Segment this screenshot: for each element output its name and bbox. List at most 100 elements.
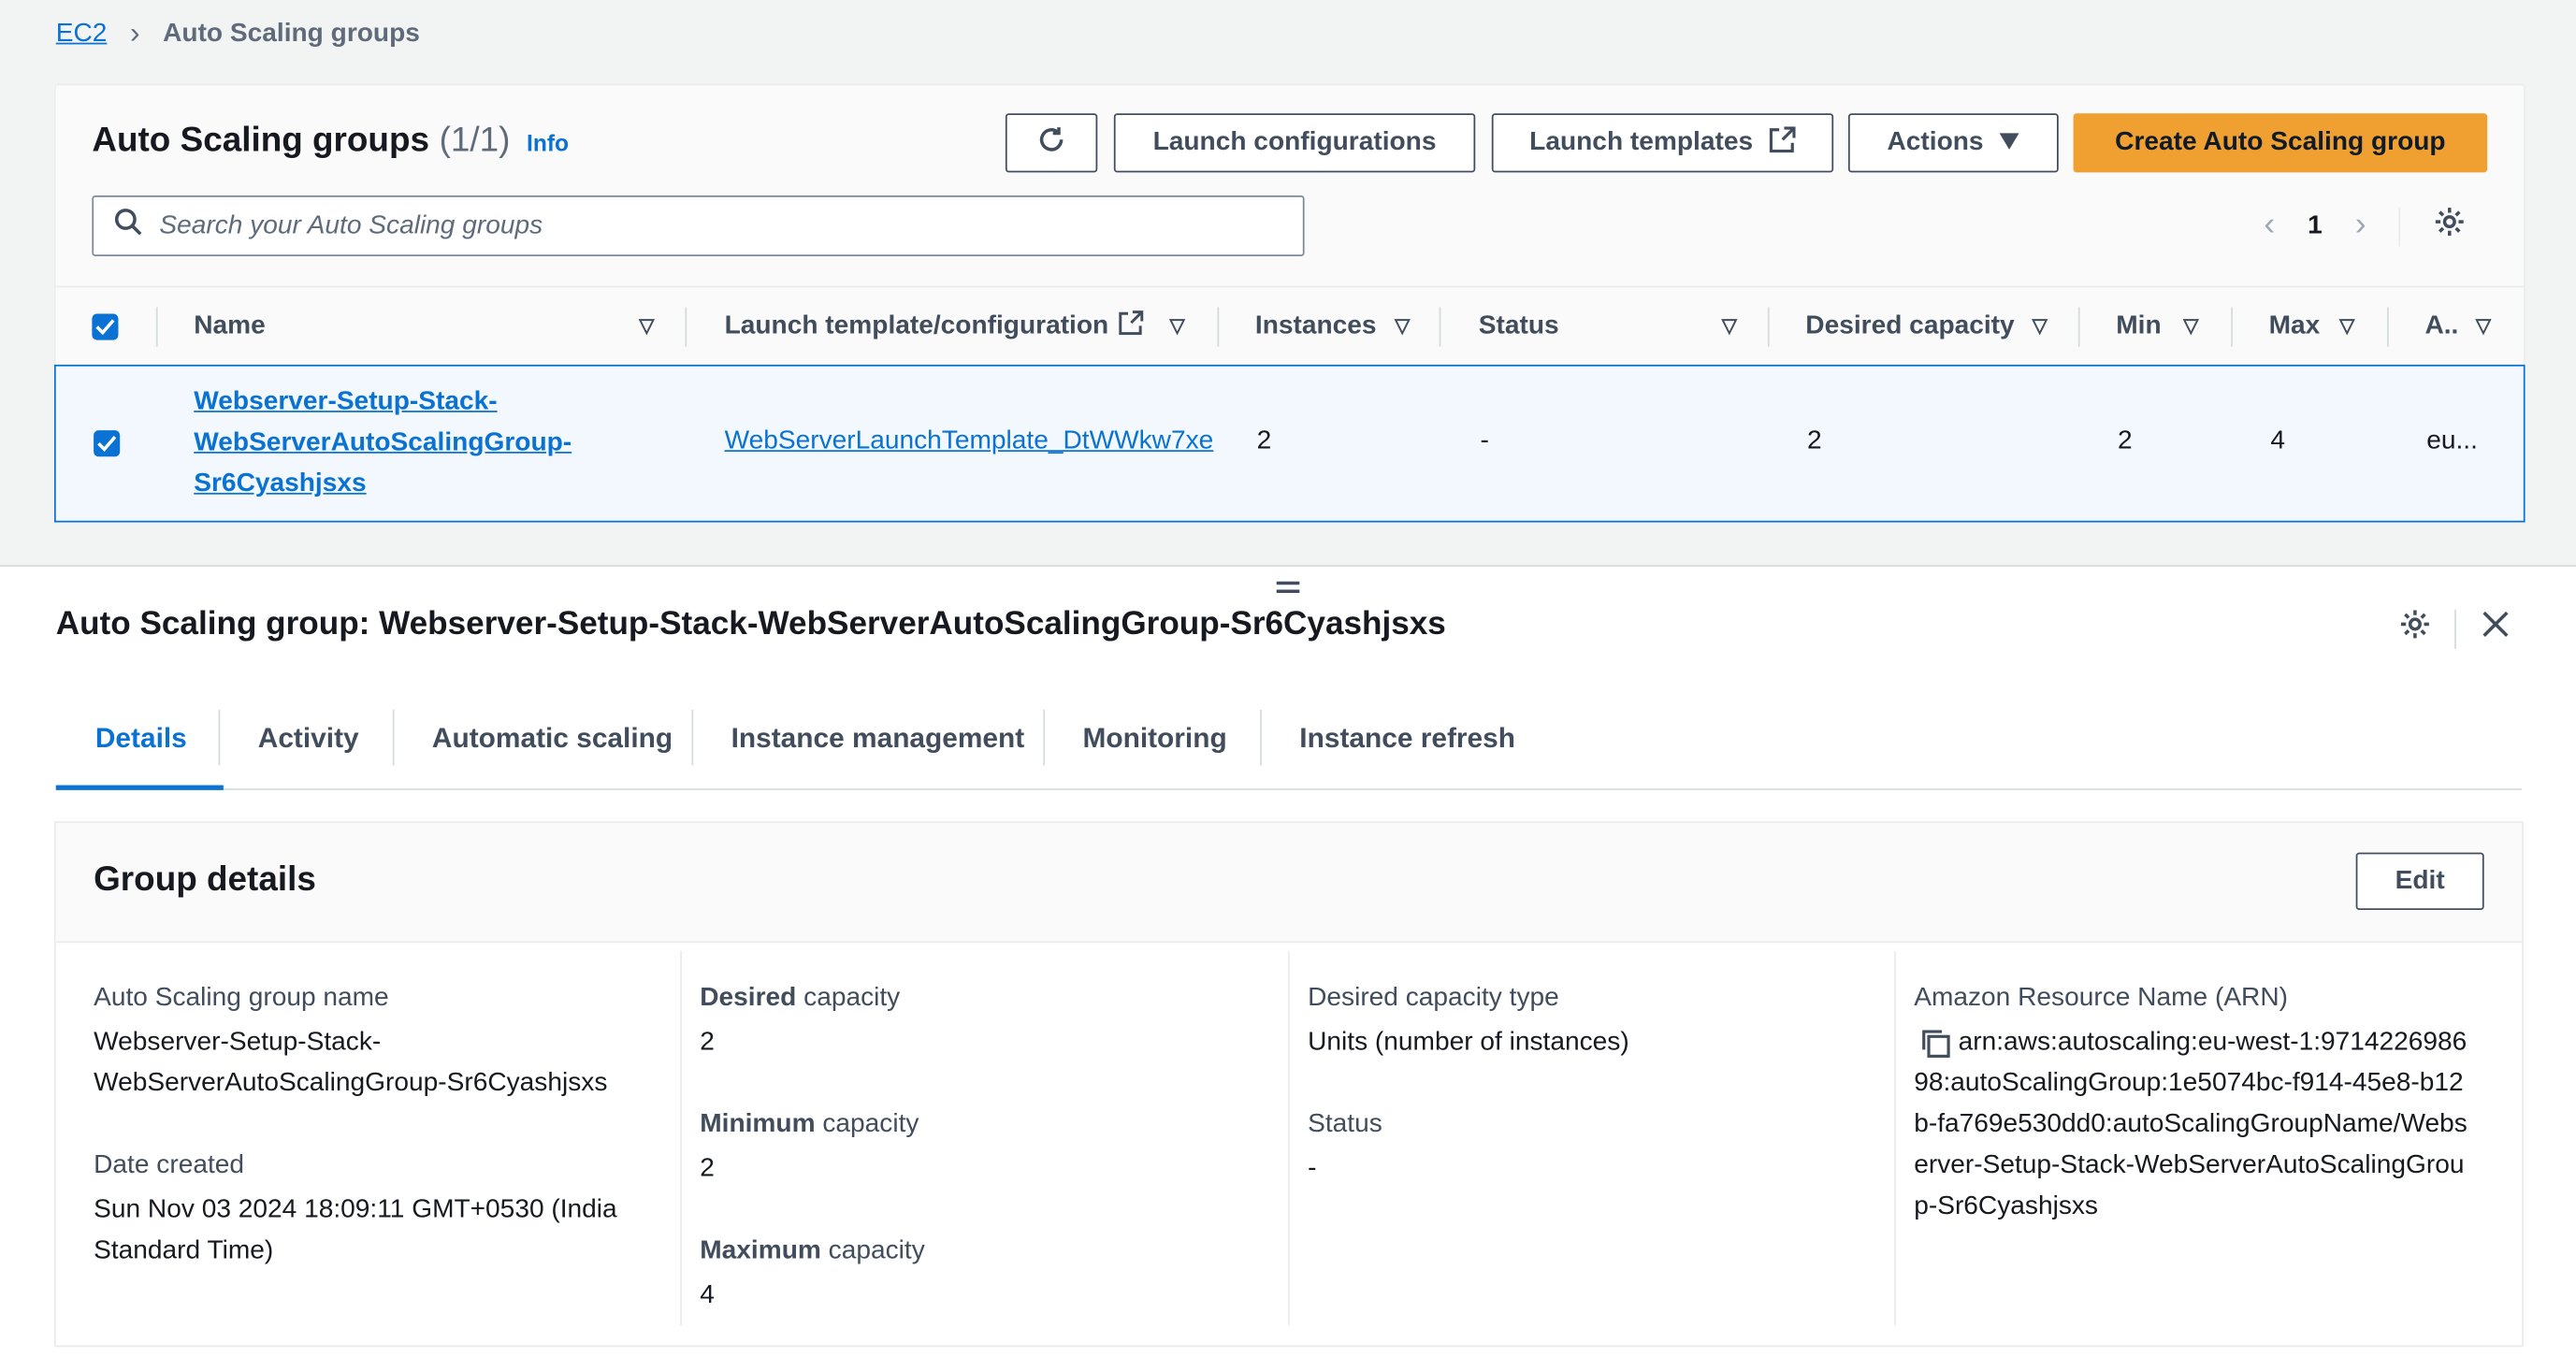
panel-title: Auto Scaling groups (1/1) Info	[92, 122, 569, 161]
next-page-icon[interactable]: ›	[2355, 207, 2366, 244]
panel-title-count: (1/1)	[439, 121, 511, 160]
group-details-title: Group details	[94, 860, 316, 899]
tab-details[interactable]: Details	[55, 690, 223, 790]
current-page-number[interactable]: 1	[2308, 211, 2323, 241]
split-panel-resize-handle[interactable]	[1275, 570, 1301, 604]
minimum-capacity-field: Minimum capacity 2	[700, 1104, 1258, 1189]
column-divider	[1439, 307, 1441, 347]
pagination: ‹ 1 ›	[2264, 206, 2466, 247]
sort-down-icon: ▽	[1169, 313, 1185, 338]
tab-activity[interactable]: Activity	[258, 690, 359, 788]
tab-instance-management[interactable]: Instance management	[731, 690, 1025, 788]
caret-down-icon	[2000, 128, 2020, 158]
minimum-capacity-label-rest: capacity	[815, 1110, 919, 1139]
column-header-launch-template[interactable]: Launch template/configuration ▽	[725, 287, 1218, 366]
column-divider	[155, 307, 158, 347]
tab-monitoring[interactable]: Monitoring	[1082, 690, 1226, 788]
info-link[interactable]: Info	[527, 130, 569, 156]
maximum-capacity-label-bold: Maximum	[700, 1236, 821, 1265]
breadcrumb: EC2 › Auto Scaling groups	[56, 17, 420, 51]
preferences-gear-icon[interactable]	[2434, 206, 2467, 247]
previous-page-icon[interactable]: ‹	[2264, 207, 2275, 244]
table-row[interactable]: Webserver-Setup-Stack- WebServerAutoScal…	[53, 364, 2525, 523]
column-divider	[1894, 950, 1896, 1326]
date-created-value: Sun Nov 03 2024 18:09:11 GMT+0530 (India…	[94, 1190, 652, 1272]
row-desired-capacity: 2	[1807, 426, 1822, 455]
table-header: Name ▽ Launch template/configuration ▽ I…	[55, 285, 2524, 366]
search-input[interactable]	[159, 210, 1146, 241]
column-header-min[interactable]: Min ▽	[2116, 287, 2231, 366]
breadcrumb-current: Auto Scaling groups	[163, 19, 420, 48]
tab-divider	[218, 709, 221, 766]
sort-down-icon: ▽	[1395, 313, 1411, 338]
column-divider	[2231, 307, 2233, 347]
desired-capacity-field: Desired capacity 2	[700, 977, 1258, 1062]
search-icon	[113, 207, 143, 244]
capacity-type-field: Desired capacity type Units (number of i…	[1308, 977, 1866, 1062]
row-checkbox[interactable]	[94, 430, 121, 457]
minimum-capacity-label-bold: Minimum	[700, 1110, 816, 1139]
tab-instance-refresh[interactable]: Instance refresh	[1299, 690, 1515, 788]
column-header-max[interactable]: Max ▽	[2269, 287, 2387, 366]
search-field[interactable]	[92, 195, 1305, 256]
column-header-status[interactable]: Status ▽	[1479, 287, 1768, 366]
column-desired-label: Desired capacity	[1805, 311, 2015, 340]
column-min-label: Min	[2116, 311, 2162, 340]
desired-capacity-label: Desired capacity	[700, 977, 1258, 1018]
row-name-link[interactable]: Webserver-Setup-Stack- WebServerAutoScal…	[194, 381, 572, 504]
copy-icon[interactable]	[1918, 1026, 1951, 1059]
column-header-instances[interactable]: Instances ▽	[1255, 287, 1440, 366]
split-panel-settings-gear-icon[interactable]	[2398, 608, 2431, 649]
column-header-name[interactable]: Name ▽	[194, 287, 683, 366]
detail-panel-controls	[2398, 608, 2511, 649]
maximum-capacity-label-rest: capacity	[820, 1236, 925, 1265]
date-created-field: Date created Sun Nov 03 2024 18:09:11 GM…	[94, 1145, 652, 1271]
column-divider	[1217, 307, 1220, 347]
actions-dropdown-button[interactable]: Actions	[1847, 113, 2059, 173]
maximum-capacity-label: Maximum capacity	[700, 1231, 1258, 1272]
row-name-line[interactable]: WebServerAutoScalingGroup-	[194, 428, 572, 456]
arn-line: 98:autoScalingGroup:1e5074bc-f914-45e8-b…	[1914, 1069, 2464, 1098]
capacity-type-label: Desired capacity type	[1308, 984, 1559, 1012]
row-min: 2	[2117, 426, 2133, 455]
date-created-line: Sun Nov 03 2024 18:09:11 GMT+0530 (India	[94, 1195, 617, 1224]
column-divider	[2077, 307, 2080, 347]
controls-divider	[2454, 608, 2456, 648]
launch-templates-button[interactable]: Launch templates	[1491, 113, 1834, 173]
arn-value: arn:aws:autoscaling:eu-west-1:9714226986…	[1914, 1021, 2505, 1227]
create-auto-scaling-group-button[interactable]: Create Auto Scaling group	[2073, 113, 2488, 173]
tab-divider	[392, 709, 395, 766]
panel-title-text: Auto Scaling groups	[92, 121, 430, 160]
arn-field: Amazon Resource Name (ARN) arn:aws:autos…	[1914, 977, 2505, 1227]
chevron-right-icon: ›	[129, 16, 140, 50]
arn-label: Amazon Resource Name (ARN)	[1914, 984, 2289, 1012]
tab-automatic-scaling[interactable]: Automatic scaling	[432, 690, 673, 788]
column-header-desired-capacity[interactable]: Desired capacity ▽	[1805, 287, 2078, 366]
details-column-4: Amazon Resource Name (ARN) arn:aws:autos…	[1914, 951, 2505, 1325]
breadcrumb-ec2-link[interactable]: EC2	[56, 19, 108, 49]
refresh-button[interactable]	[1005, 113, 1098, 173]
arn-line: arn:aws:autoscaling:eu-west-1:9714226986	[1958, 1028, 2467, 1057]
column-divider	[1288, 950, 1290, 1326]
close-icon[interactable]	[2479, 608, 2511, 649]
desired-capacity-label-rest: capacity	[796, 984, 901, 1012]
status-label: Status	[1308, 1110, 1382, 1139]
group-details-container: Group details Edit Auto Scaling group na…	[53, 821, 2524, 1348]
auto-scaling-groups-panel: Auto Scaling groups (1/1) Info Launch co…	[53, 83, 2525, 523]
select-all-checkbox[interactable]	[92, 287, 119, 366]
row-name-line[interactable]: Webserver-Setup-Stack-	[194, 388, 497, 416]
status-field: Status -	[1308, 1104, 1866, 1189]
status-value: -	[1308, 1154, 1317, 1183]
arn-line: b-fa769e530dd0:autoScalingGroupName/Webs	[1914, 1110, 2467, 1139]
row-launch-template-link[interactable]: WebServerLaunchTemplate_DtWWkw7xe	[725, 427, 1214, 455]
arn-line: erver-Setup-Stack-WebServerAutoScalingGr…	[1914, 1151, 2465, 1180]
capacity-type-value: Units (number of instances)	[1308, 1028, 1629, 1057]
launch-configurations-button[interactable]: Launch configurations	[1113, 113, 1476, 173]
edit-button[interactable]: Edit	[2355, 852, 2484, 911]
column-instances-label: Instances	[1254, 311, 1377, 340]
details-column-2: Desired capacity 2 Minimum capacity 2 Ma…	[700, 951, 1258, 1325]
row-name-line[interactable]: Sr6Cyashjsxs	[194, 469, 366, 498]
checkbox-checked-icon	[94, 430, 121, 457]
column-header-availability-zones[interactable]: A.. ▽	[2424, 287, 2523, 366]
sort-down-icon: ▽	[2475, 313, 2492, 338]
